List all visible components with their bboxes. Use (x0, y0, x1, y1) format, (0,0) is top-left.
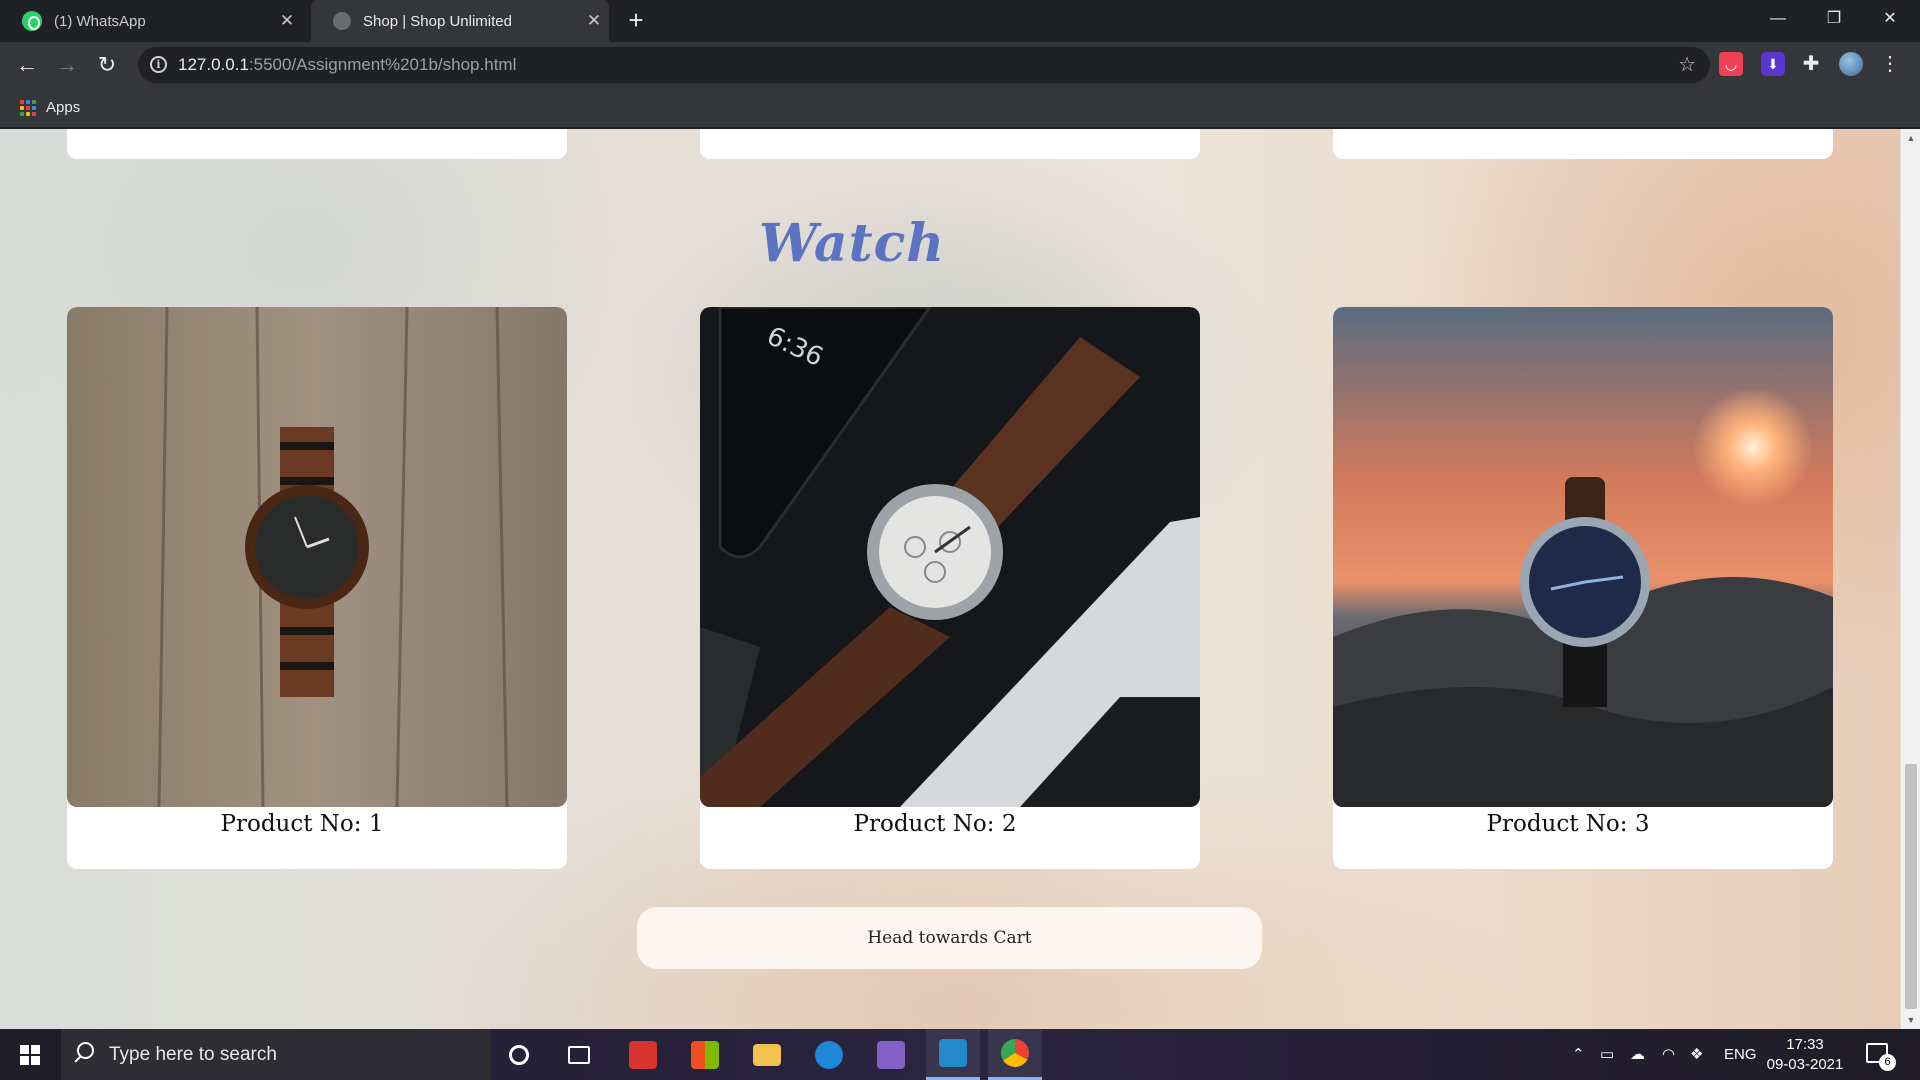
tab-strip: (1) WhatsApp ✕ Shop | Shop Unlimited ✕ +… (0, 0, 1920, 42)
tab-whatsapp[interactable]: (1) WhatsApp ✕ (0, 0, 302, 42)
gift-icon[interactable] (616, 1029, 670, 1080)
back-icon[interactable]: ← (12, 50, 42, 80)
bookmark-star-icon[interactable]: ☆ (1678, 47, 1696, 83)
show-hidden-icons-icon[interactable]: ⌃ (1572, 1029, 1585, 1080)
forward-icon[interactable]: → (52, 50, 82, 80)
task-view-icon[interactable] (552, 1029, 606, 1080)
close-tab-icon[interactable]: ✕ (272, 11, 302, 31)
windows-start-icon[interactable] (20, 1045, 40, 1065)
edge-icon[interactable] (802, 1029, 856, 1080)
clock-date: 09-03-2021 (1766, 1056, 1844, 1073)
previous-card-bottom (67, 129, 567, 159)
notification-count: 6 (1879, 1054, 1896, 1071)
browser-toolbar: ← → ↻ i 127.0.0.1:5500/Assignment%201b/s… (0, 42, 1920, 88)
close-tab-icon[interactable]: ✕ (579, 11, 609, 31)
extensions-puzzle-icon[interactable]: ✚ (1799, 52, 1823, 76)
address-bar[interactable]: i 127.0.0.1:5500/Assignment%201b/shop.ht… (138, 47, 1710, 83)
page-scrollbar[interactable]: ▲ ▼ (1900, 129, 1920, 1029)
search-placeholder: Type here to search (109, 1044, 277, 1065)
product-caption: Product No: 1 (220, 811, 384, 837)
search-icon (77, 1042, 94, 1059)
tab-title: Shop | Shop Unlimited (363, 12, 512, 30)
product-card[interactable]: Product No: 3 (1333, 307, 1833, 869)
product-card[interactable]: 6:36 Product No: 2 (700, 307, 1200, 869)
file-explorer-icon[interactable] (740, 1029, 794, 1080)
visual-studio-icon[interactable] (864, 1029, 918, 1080)
apps-grid-icon[interactable] (20, 100, 36, 116)
tab-title: (1) WhatsApp (54, 12, 146, 30)
pocket-extension-icon[interactable]: ◡ (1719, 52, 1743, 76)
product-caption: Product No: 3 (1486, 811, 1650, 837)
scrollbar-thumb[interactable] (1905, 764, 1917, 1009)
url-path: :5500/Assignment%201b/shop.html (248, 55, 517, 74)
reload-icon[interactable]: ↻ (92, 50, 122, 80)
section-title: Watch (759, 213, 946, 274)
product-image-wooden-watch[interactable] (67, 307, 567, 807)
download-extension-icon[interactable]: ⬇ (1761, 52, 1785, 76)
product-image-sunset-watch[interactable] (1333, 307, 1833, 807)
site-info-icon[interactable]: i (150, 56, 167, 73)
windows-taskbar: Type here to search ⌃ ▭ ☁ ◠ ❖ ENG 17:33 … (0, 1029, 1920, 1080)
tab-shop[interactable]: Shop | Shop Unlimited ✕ (311, 0, 609, 42)
clock-time: 17:33 (1786, 1036, 1824, 1053)
head-towards-cart-button[interactable]: Head towards Cart (637, 907, 1262, 969)
product-caption: Product No: 2 (853, 811, 1017, 837)
product-card[interactable]: Product No: 1 (67, 307, 567, 869)
taskbar-clock[interactable]: 17:33 09-03-2021 (1760, 1035, 1850, 1075)
new-tab-button[interactable]: + (620, 6, 652, 36)
chrome-menu-icon[interactable]: ⋮ (1880, 52, 1900, 76)
previous-card-bottom (1333, 129, 1833, 159)
dropbox-icon[interactable]: ❖ (1690, 1029, 1703, 1080)
profile-avatar[interactable] (1839, 52, 1863, 76)
vscode-icon[interactable] (926, 1029, 980, 1080)
scroll-up-icon[interactable]: ▲ (1901, 133, 1920, 143)
minimize-icon[interactable]: — (1750, 0, 1806, 40)
whatsapp-icon (22, 11, 42, 31)
store-icon[interactable] (678, 1029, 732, 1080)
cortana-icon[interactable] (492, 1029, 546, 1080)
url-host: 127.0.0.1 (178, 55, 249, 74)
globe-icon (333, 12, 351, 30)
page-viewport: Watch Product No: 1 6:36 Product No: 2 P… (0, 129, 1920, 1029)
apps-bookmark[interactable]: Apps (46, 88, 80, 128)
action-center-icon[interactable]: 6 (1866, 1043, 1896, 1071)
restore-icon[interactable]: ❐ (1806, 0, 1862, 40)
bookmarks-bar: Apps (0, 88, 1920, 128)
onedrive-icon[interactable]: ☁ (1630, 1029, 1645, 1080)
previous-card-bottom (700, 129, 1200, 159)
url-text[interactable]: 127.0.0.1:5500/Assignment%201b/shop.html (178, 47, 516, 83)
scroll-down-icon[interactable]: ▼ (1901, 1015, 1920, 1025)
product-image-leather-watch[interactable]: 6:36 (700, 307, 1200, 807)
chrome-icon[interactable] (988, 1029, 1042, 1080)
wifi-icon[interactable]: ◠ (1662, 1029, 1675, 1080)
language-indicator[interactable]: ENG (1724, 1029, 1757, 1080)
taskbar-search-box[interactable]: Type here to search (61, 1029, 491, 1080)
battery-icon[interactable]: ▭ (1600, 1029, 1614, 1080)
close-window-icon[interactable]: ✕ (1862, 0, 1918, 40)
